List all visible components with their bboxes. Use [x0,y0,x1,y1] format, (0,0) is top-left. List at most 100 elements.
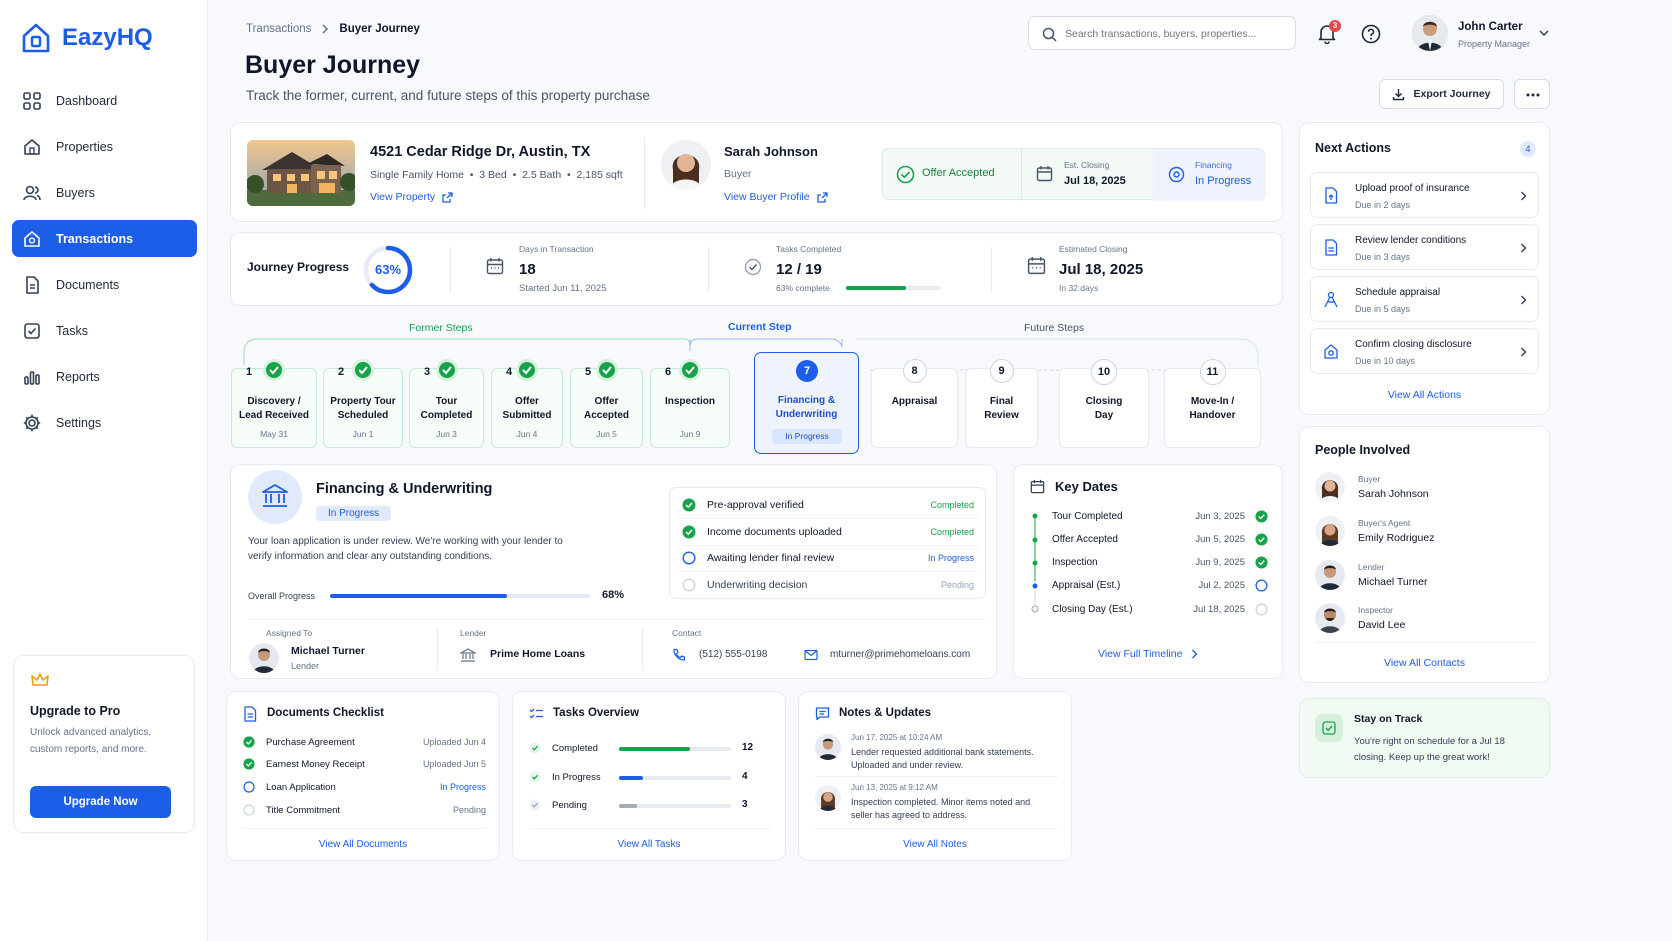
documents-title: Documents Checklist [267,707,384,719]
chevron-down-icon[interactable] [1539,30,1549,37]
sidebar-item-buyers[interactable]: Buyers [12,174,197,211]
buyer-photo-image [1315,472,1345,502]
sidebar-item-properties[interactable]: Properties [12,128,197,165]
sidebar-item-tasks[interactable]: Tasks [12,312,197,349]
app-logo[interactable]: EazyHQ [20,22,153,54]
sidebar-item-label: Properties [56,139,113,154]
step-offer-accepted[interactable]: 5 Offer Accepted Jun 5 [570,359,643,448]
view-all-documents-link[interactable]: View All Documents [227,839,499,850]
step-appraisal[interactable]: 8 Appraisal [871,359,958,448]
notification-badge: 3 [1329,20,1341,32]
view-all-contacts-link[interactable]: View All Contacts [1300,657,1549,669]
document-row[interactable]: Purchase Agreement Uploaded Jun 4 [243,735,486,749]
search-input[interactable] [1065,24,1290,44]
checklist-item[interactable]: Awaiting lender final review In Progress [682,549,974,567]
target-icon [1168,166,1185,183]
export-journey-button[interactable]: Export Journey [1379,79,1504,109]
person-avatar[interactable] [1315,516,1345,546]
action-item-insurance[interactable]: Upload proof of insurance Due in 2 days [1310,172,1539,218]
days-value: 18 [519,261,536,278]
lender-name: Prime Home Loans [490,648,586,660]
tasks-check-icon [744,258,762,276]
step-move-in-handover[interactable]: 11 Move-In / Handover [1164,359,1261,448]
user-avatar[interactable] [1412,15,1448,51]
action-item-appraisal[interactable]: Schedule appraisal Due in 5 days [1310,276,1539,322]
view-all-actions-link[interactable]: View All Actions [1300,389,1549,401]
view-property-link[interactable]: View Property [370,191,453,203]
download-icon [1393,88,1405,100]
step-title-line2: Underwriting [775,409,838,420]
document-row[interactable]: Earnest Money Receipt Uploaded Jun 5 [243,757,486,771]
tasks-progress-bar [846,286,941,290]
document-row[interactable]: Title Commitment Pending [243,803,486,817]
view-all-notes-link[interactable]: View All Notes [799,839,1071,850]
step-title-line2: Completed [420,410,473,421]
offer-accepted-status: Offer Accepted [922,167,995,179]
sidebar-item-dashboard[interactable]: Dashboard [12,82,197,119]
checklist-item[interactable]: Pre-approval verified Completed [682,496,974,514]
divider [1315,642,1536,643]
financing-status-badge: In Progress [316,506,392,521]
more-options-button[interactable] [1514,79,1550,109]
notifications-button[interactable]: 3 [1316,20,1341,44]
document-icon [1325,239,1338,256]
view-full-timeline-link[interactable]: View Full Timeline [1098,648,1198,660]
person-avatar[interactable] [1315,603,1345,633]
person-avatar[interactable] [1315,472,1345,502]
view-buyer-profile-link[interactable]: View Buyer Profile [724,191,828,203]
action-item-closing-disclosure[interactable]: Confirm closing disclosure Due in 10 day… [1310,328,1539,374]
lender-label: Lender [460,628,487,638]
phone-icon[interactable] [672,648,686,662]
mail-icon[interactable] [804,649,818,661]
step-discovery[interactable]: 1 Discovery / Lead Received May 31 [231,359,317,448]
upgrade-now-button[interactable]: Upgrade Now [30,786,171,818]
document-row[interactable]: Loan Application In Progress [243,780,486,794]
step-date: Jun 4 [516,429,538,439]
contact-phone[interactable]: (512) 555-0198 [699,649,767,660]
step-inspection[interactable]: 6 Inspection Jun 9 [650,359,730,448]
property-photo[interactable] [247,140,355,206]
step-offer-submitted[interactable]: 4 Offer Submitted Jun 4 [491,359,563,448]
assigned-avatar[interactable] [249,643,279,673]
step-final-review[interactable]: 9 Final Review [965,359,1038,448]
stay-on-track-title: Stay on Track [1354,713,1423,725]
buyer-avatar[interactable] [661,140,711,190]
sidebar-item-settings[interactable]: Settings [12,404,197,441]
notes-updates-card: Notes & Updates Jun 17, 2025 at 10:24 AM… [798,691,1072,861]
checklist-item[interactable]: Underwriting decision Pending [682,576,974,594]
step-title-line1: Inspection [664,396,715,407]
divider [991,247,992,293]
gear-icon [23,414,41,431]
checklist-item[interactable]: Income documents uploaded Completed [682,523,974,541]
sidebar-item-reports[interactable]: Reports [12,358,197,395]
current-step-number: 7 [796,360,818,382]
document-status: Uploaded Jun 4 [422,737,486,747]
upgrade-desc-line2: custom reports, and more. [30,744,147,755]
key-date-label: Appraisal (Est.) [1052,580,1121,591]
step-number: 5 [585,366,592,378]
help-icon[interactable] [1361,24,1381,44]
tasks-value: 12 / 19 [776,261,822,278]
contact-email[interactable]: mturner@primehomeloans.com [830,649,970,660]
step-financing-underwriting-current[interactable]: 7 Financing & Underwriting In Progress [754,352,859,454]
stay-on-track-icon-badge [1315,714,1343,742]
step-closing-day[interactable]: 10 Closing Day [1059,359,1149,448]
external-link-icon [816,191,828,203]
step-tour-completed[interactable]: 3 Tour Completed Jun 3 [409,359,484,448]
view-all-tasks-link[interactable]: View All Tasks [513,839,785,850]
action-item-lender-conditions[interactable]: Review lender conditions Due in 3 days [1310,224,1539,270]
step-property-tour-scheduled[interactable]: 2 Property Tour Scheduled Jun 1 [323,359,403,448]
financing-detail-card: Financing & Underwriting In Progress You… [230,464,997,679]
sidebar-item-documents[interactable]: Documents [12,266,197,303]
journey-progress-card: Journey Progress 63% Days in Transaction… [230,232,1283,306]
pending-circle-icon [243,804,255,816]
divider [642,628,643,670]
breadcrumb-parent[interactable]: Transactions [246,23,311,35]
person-role: Inspector [1358,605,1393,615]
est-closing-value: Jul 18, 2025 [1064,175,1126,187]
key-date-value: Jul 2, 2025 [1198,580,1245,591]
action-title: Review lender conditions [1355,235,1467,246]
sidebar-item-transactions[interactable]: Transactions [12,220,197,257]
search-box[interactable] [1028,16,1296,50]
person-avatar[interactable] [1315,560,1345,590]
